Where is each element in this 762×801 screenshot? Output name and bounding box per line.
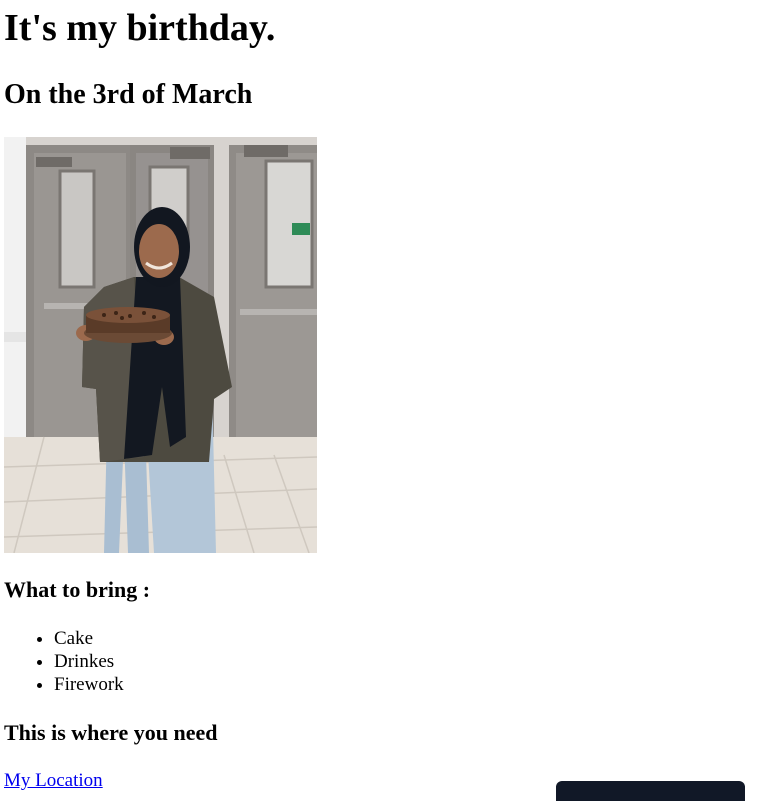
my-location-link[interactable]: My Location: [4, 769, 103, 792]
list-item: Firework: [54, 673, 124, 696]
list-item: Drinkes: [54, 650, 124, 673]
bring-list: Cake Drinkes Firework: [14, 627, 124, 696]
birthday-photo: [4, 137, 317, 553]
page-title: It's my birthday.: [4, 7, 276, 49]
page-root: It's my birthday. On the 3rd of March Wh…: [0, 0, 762, 801]
floating-widget[interactable]: [556, 781, 745, 801]
page-subtitle: On the 3rd of March: [4, 79, 253, 110]
what-to-bring-heading: What to bring :: [4, 577, 151, 602]
location-heading: This is where you need: [4, 720, 218, 745]
list-item: Cake: [54, 627, 124, 650]
